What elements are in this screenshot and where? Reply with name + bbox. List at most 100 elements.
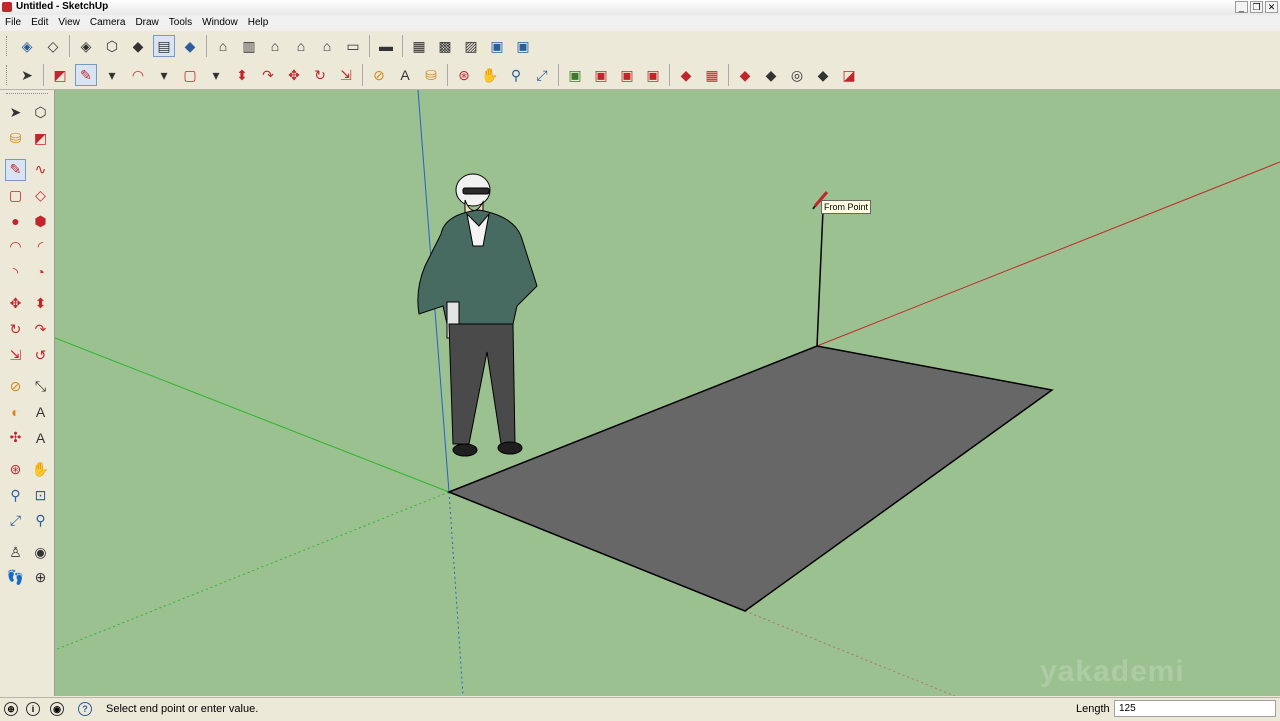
- move-icon[interactable]: ✥: [283, 64, 305, 86]
- follow-me-icon[interactable]: ↷: [30, 319, 51, 341]
- line-dropdown-icon[interactable]: ▾: [101, 64, 123, 86]
- share-model-icon[interactable]: ▣: [590, 64, 612, 86]
- scale-icon[interactable]: ⇲: [5, 344, 26, 366]
- zoom-extents-icon[interactable]: ⤢: [531, 64, 553, 86]
- shaded-textures-icon[interactable]: ◆: [179, 35, 201, 57]
- eraser-icon[interactable]: ◩: [49, 64, 71, 86]
- rectangle-icon[interactable]: ▢: [5, 185, 26, 207]
- make-component-icon[interactable]: ⬡: [30, 102, 51, 124]
- polygon-icon[interactable]: ⬢: [30, 210, 51, 232]
- pie-icon[interactable]: ◔: [30, 261, 51, 283]
- iso-house-icon[interactable]: ⌂: [212, 35, 234, 57]
- toolbar-grip[interactable]: [6, 35, 10, 56]
- vcb-input[interactable]: 125: [1114, 700, 1276, 717]
- text-icon[interactable]: A: [30, 401, 51, 423]
- paint-bucket-icon[interactable]: ⛁: [5, 127, 26, 149]
- get-models-icon[interactable]: ▣: [564, 64, 586, 86]
- menu-file[interactable]: File: [0, 15, 26, 31]
- menu-window[interactable]: Window: [197, 15, 243, 31]
- look-around-icon[interactable]: ◉: [30, 541, 51, 563]
- back-house-icon[interactable]: ⌂: [316, 35, 338, 57]
- zoom-icon[interactable]: ⚲: [5, 484, 26, 506]
- minimize-button[interactable]: _: [1235, 1, 1248, 13]
- zoom-icon[interactable]: ⚲: [505, 64, 527, 86]
- protractor-icon[interactable]: ◐: [5, 401, 26, 423]
- shaded-icon[interactable]: ▤: [153, 34, 175, 57]
- restore-button[interactable]: ❐: [1250, 1, 1263, 13]
- pan-icon[interactable]: ✋: [30, 459, 51, 481]
- menu-edit[interactable]: Edit: [26, 15, 53, 31]
- follow-me-icon[interactable]: ↷: [257, 64, 279, 86]
- geo-location-icon[interactable]: ⊕: [4, 702, 18, 716]
- text-icon[interactable]: A: [394, 64, 416, 86]
- add-detail-icon[interactable]: ◆: [812, 64, 834, 86]
- tape-measure-icon[interactable]: ⊘: [5, 376, 26, 398]
- sandbox-contours-icon[interactable]: ◆: [675, 64, 697, 86]
- user-icon[interactable]: ◉: [50, 702, 64, 716]
- select-icon[interactable]: ➤: [5, 102, 26, 124]
- hidden-line-icon[interactable]: ◆: [127, 35, 149, 57]
- group-icon[interactable]: ▩: [434, 35, 456, 57]
- rectangle-dropdown-icon[interactable]: ▾: [205, 64, 227, 86]
- axes-icon[interactable]: ✣: [5, 427, 26, 449]
- arc-icon[interactable]: ◠: [127, 64, 149, 86]
- eraser-icon[interactable]: ◩: [30, 127, 51, 149]
- menu-tools[interactable]: Tools: [164, 15, 197, 31]
- right-house-icon[interactable]: ⌂: [290, 35, 312, 57]
- orbit-icon[interactable]: ⊛: [5, 459, 26, 481]
- left-house-icon[interactable]: ▭: [342, 35, 364, 57]
- top-house-icon[interactable]: ▥: [238, 35, 260, 57]
- three-point-arc-icon[interactable]: ◝: [5, 261, 26, 283]
- section-cut-icon[interactable]: ▣: [486, 35, 508, 57]
- arc-dropdown-icon[interactable]: ▾: [153, 64, 175, 86]
- position-camera-icon[interactable]: ♙: [5, 541, 26, 563]
- sandbox-scratch-icon[interactable]: ▦: [701, 64, 723, 86]
- close-button[interactable]: ✕: [1265, 1, 1278, 13]
- dimension-icon[interactable]: ⤡: [30, 376, 51, 398]
- iso-view-icon[interactable]: ◈: [16, 35, 38, 57]
- menu-camera[interactable]: Camera: [85, 15, 131, 31]
- walk-icon[interactable]: 👣: [5, 567, 26, 589]
- share-component-icon[interactable]: ▣: [616, 64, 638, 86]
- paint-bucket-icon[interactable]: ⛁: [420, 64, 442, 86]
- select-icon[interactable]: ➤: [16, 64, 38, 86]
- wireframe-icon[interactable]: ⬡: [101, 35, 123, 57]
- 3d-text-icon[interactable]: A: [30, 427, 51, 449]
- zoom-window-icon[interactable]: ⊡: [30, 484, 51, 506]
- rotate-icon[interactable]: ↻: [5, 319, 26, 341]
- help-icon[interactable]: ?: [78, 702, 92, 716]
- menu-view[interactable]: View: [53, 15, 85, 31]
- push-pull-icon[interactable]: ⬍: [231, 64, 253, 86]
- stamp-icon[interactable]: ◆: [760, 64, 782, 86]
- line-icon[interactable]: ✎: [75, 63, 97, 86]
- section-plane-icon[interactable]: ▨: [460, 35, 482, 57]
- xray-icon[interactable]: ◈: [75, 35, 97, 57]
- zoom-extents-icon[interactable]: ⤢: [5, 510, 26, 532]
- credits-icon[interactable]: i: [26, 702, 40, 716]
- drape-icon[interactable]: ◎: [786, 64, 808, 86]
- section-plane-icon[interactable]: ⊕: [30, 567, 51, 589]
- section-display-icon[interactable]: ▣: [512, 35, 534, 57]
- line-icon[interactable]: ✎: [5, 158, 27, 181]
- push-pull-icon[interactable]: ⬍: [30, 293, 51, 315]
- circle-icon[interactable]: ●: [5, 210, 26, 232]
- pan-icon[interactable]: ✋: [479, 64, 501, 86]
- rectangle-icon[interactable]: ▢: [179, 64, 201, 86]
- drawing-viewport[interactable]: From Point yakademi: [55, 90, 1280, 696]
- previous-view-icon[interactable]: ⚲: [30, 510, 51, 532]
- rotate-icon[interactable]: ↻: [309, 64, 331, 86]
- smoove-icon[interactable]: ◆: [734, 64, 756, 86]
- menu-draw[interactable]: Draw: [130, 15, 163, 31]
- tape-measure-icon[interactable]: ⊘: [368, 64, 390, 86]
- toolbar-grip[interactable]: [6, 64, 10, 85]
- toolbar-grip[interactable]: [6, 93, 48, 96]
- scale-icon[interactable]: ⇲: [335, 64, 357, 86]
- layer-icon[interactable]: ▬: [375, 35, 397, 57]
- move-icon[interactable]: ✥: [5, 293, 26, 315]
- orbit-icon[interactable]: ⊛: [453, 64, 475, 86]
- component-icon[interactable]: ▦: [408, 35, 430, 57]
- menu-help[interactable]: Help: [243, 15, 274, 31]
- rotated-rectangle-icon[interactable]: ◇: [30, 185, 51, 207]
- front-house-icon[interactable]: ⌂: [264, 35, 286, 57]
- offset-icon[interactable]: ↺: [30, 344, 51, 366]
